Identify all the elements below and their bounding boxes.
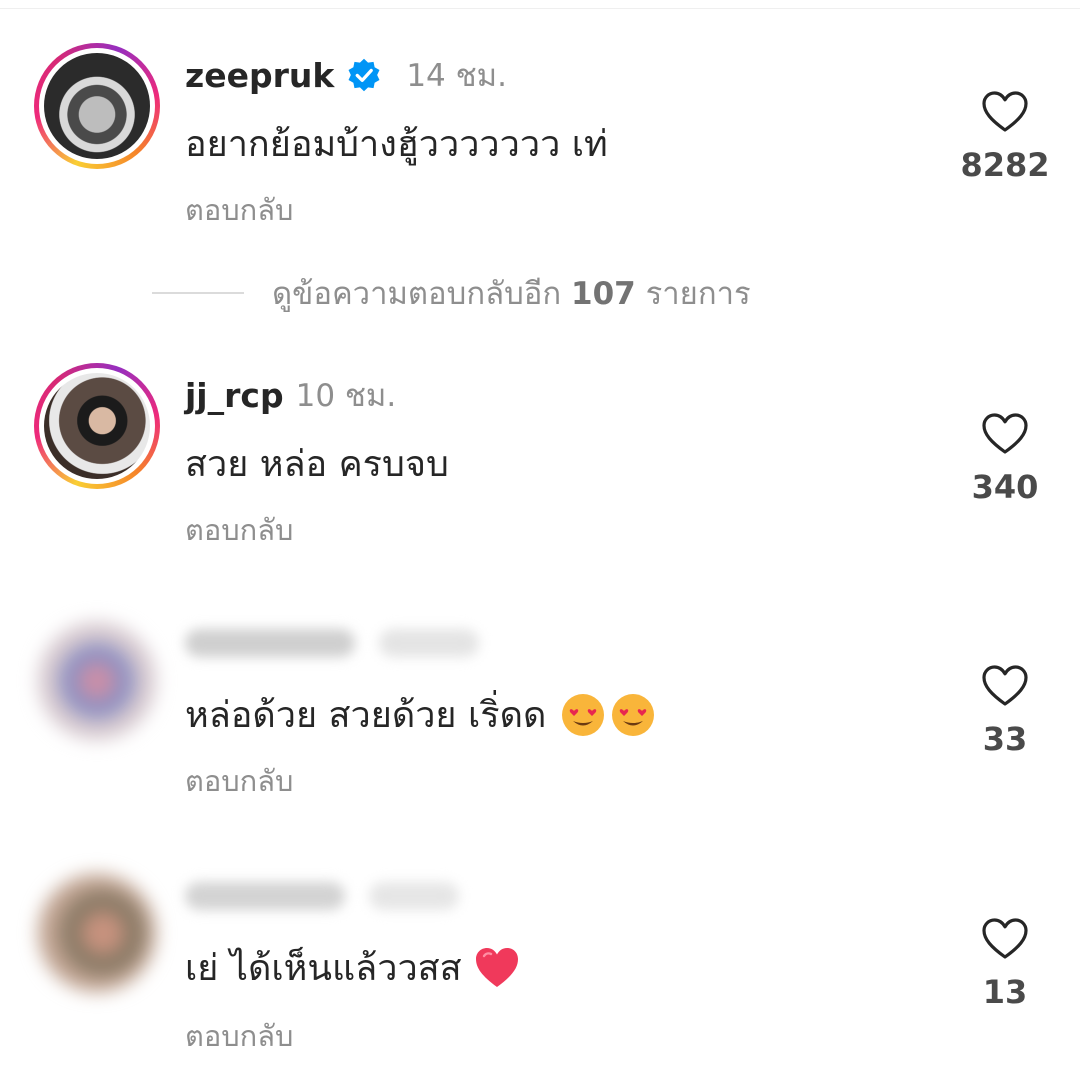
avatar[interactable]: [34, 870, 160, 996]
profile-photo-icon: [44, 53, 150, 159]
blurred-profile-photo-icon: [38, 622, 156, 740]
heart-eyes-emoji-icon: [612, 693, 655, 736]
verified-badge-icon: [348, 58, 380, 92]
comment-text-content: อยากย้อมบ้างฮู้ววววววว เท่: [185, 124, 608, 165]
username[interactable]: zeepruk: [185, 56, 334, 95]
avatar[interactable]: [34, 43, 160, 169]
profile-photo-icon: [44, 373, 150, 479]
reply-button[interactable]: ตอบกลับ: [185, 758, 293, 804]
comment-text: เย่ ได้เห็นแล้ววสส: [185, 939, 520, 996]
reply-button[interactable]: ตอบกลับ: [185, 187, 293, 233]
avatar[interactable]: [34, 363, 160, 489]
comment-text-content: สวย หล่อ ครบจบ: [185, 444, 449, 485]
comment-text: หล่อด้วย สวยด้วย เริ่ดด: [185, 686, 656, 743]
comment-text-content: เย่ ได้เห็นแล้ววสส: [185, 948, 462, 989]
timestamp: 14 ชม.: [406, 58, 507, 94]
like-control: 13: [960, 917, 1050, 1011]
reply-button[interactable]: ตอบกลับ: [185, 507, 293, 553]
heart-icon[interactable]: [981, 90, 1029, 134]
comment-item: เย่ ได้เห็นแล้ววสส ตอบกลับ 13: [0, 855, 1080, 1071]
comment-text-content: หล่อด้วย สวยด้วย เริ่ดด: [185, 695, 547, 736]
like-control: 8282: [960, 90, 1050, 184]
comment-item: zeepruk 14 ชม. อยากย้อมบ้างฮู้ววววววว เท…: [0, 0, 1080, 250]
view-replies-suffix: รายการ: [645, 276, 751, 312]
view-replies-label: ดูข้อความตอบกลับอีก 107 รายการ: [272, 268, 751, 318]
blurred-username: [185, 875, 459, 917]
view-replies-line: [152, 292, 244, 294]
like-control: 33: [960, 664, 1050, 758]
comment-item: หล่อด้วย สวยด้วย เริ่ดด ตอบกลับ 33: [0, 600, 1080, 840]
blurred-username: [185, 622, 479, 664]
comment-header: zeepruk 14 ชม.: [185, 50, 507, 100]
view-replies-count: 107: [571, 276, 636, 312]
comment-header: jj_rcp 10 ชม.: [185, 370, 396, 420]
blurred-profile-photo-icon: [38, 874, 156, 992]
story-ring: [34, 363, 160, 489]
comment-text: สวย หล่อ ครบจบ: [185, 435, 449, 492]
like-count: 33: [982, 720, 1028, 758]
timestamp: 10 ชม.: [295, 378, 397, 414]
like-control: 340: [960, 412, 1050, 506]
username[interactable]: jj_rcp: [185, 376, 284, 415]
view-replies-prefix: ดูข้อความตอบกลับอีก: [272, 276, 562, 312]
heart-eyes-emoji-icon: [562, 693, 605, 736]
like-count: 13: [982, 973, 1028, 1011]
blurred-timestamp-bar: [369, 882, 459, 910]
heart-icon[interactable]: [981, 664, 1029, 708]
blurred-username-bar: [185, 629, 355, 657]
avatar[interactable]: [34, 618, 160, 744]
view-replies-button[interactable]: ดูข้อความตอบกลับอีก 107 รายการ: [152, 268, 751, 318]
reply-button[interactable]: ตอบกลับ: [185, 1013, 293, 1059]
story-ring: [34, 43, 160, 169]
red-heart-emoji-icon: [475, 947, 518, 987]
like-count: 340: [971, 468, 1039, 506]
comment-text: อยากย้อมบ้างฮู้ววววววว เท่: [185, 115, 608, 172]
blurred-username-bar: [185, 882, 345, 910]
like-count: 8282: [960, 146, 1050, 184]
heart-icon[interactable]: [981, 917, 1029, 961]
blurred-timestamp-bar: [379, 629, 479, 657]
heart-icon[interactable]: [981, 412, 1029, 456]
comment-item: jj_rcp 10 ชม. สวย หล่อ ครบจบ ตอบกลับ 340: [0, 330, 1080, 570]
